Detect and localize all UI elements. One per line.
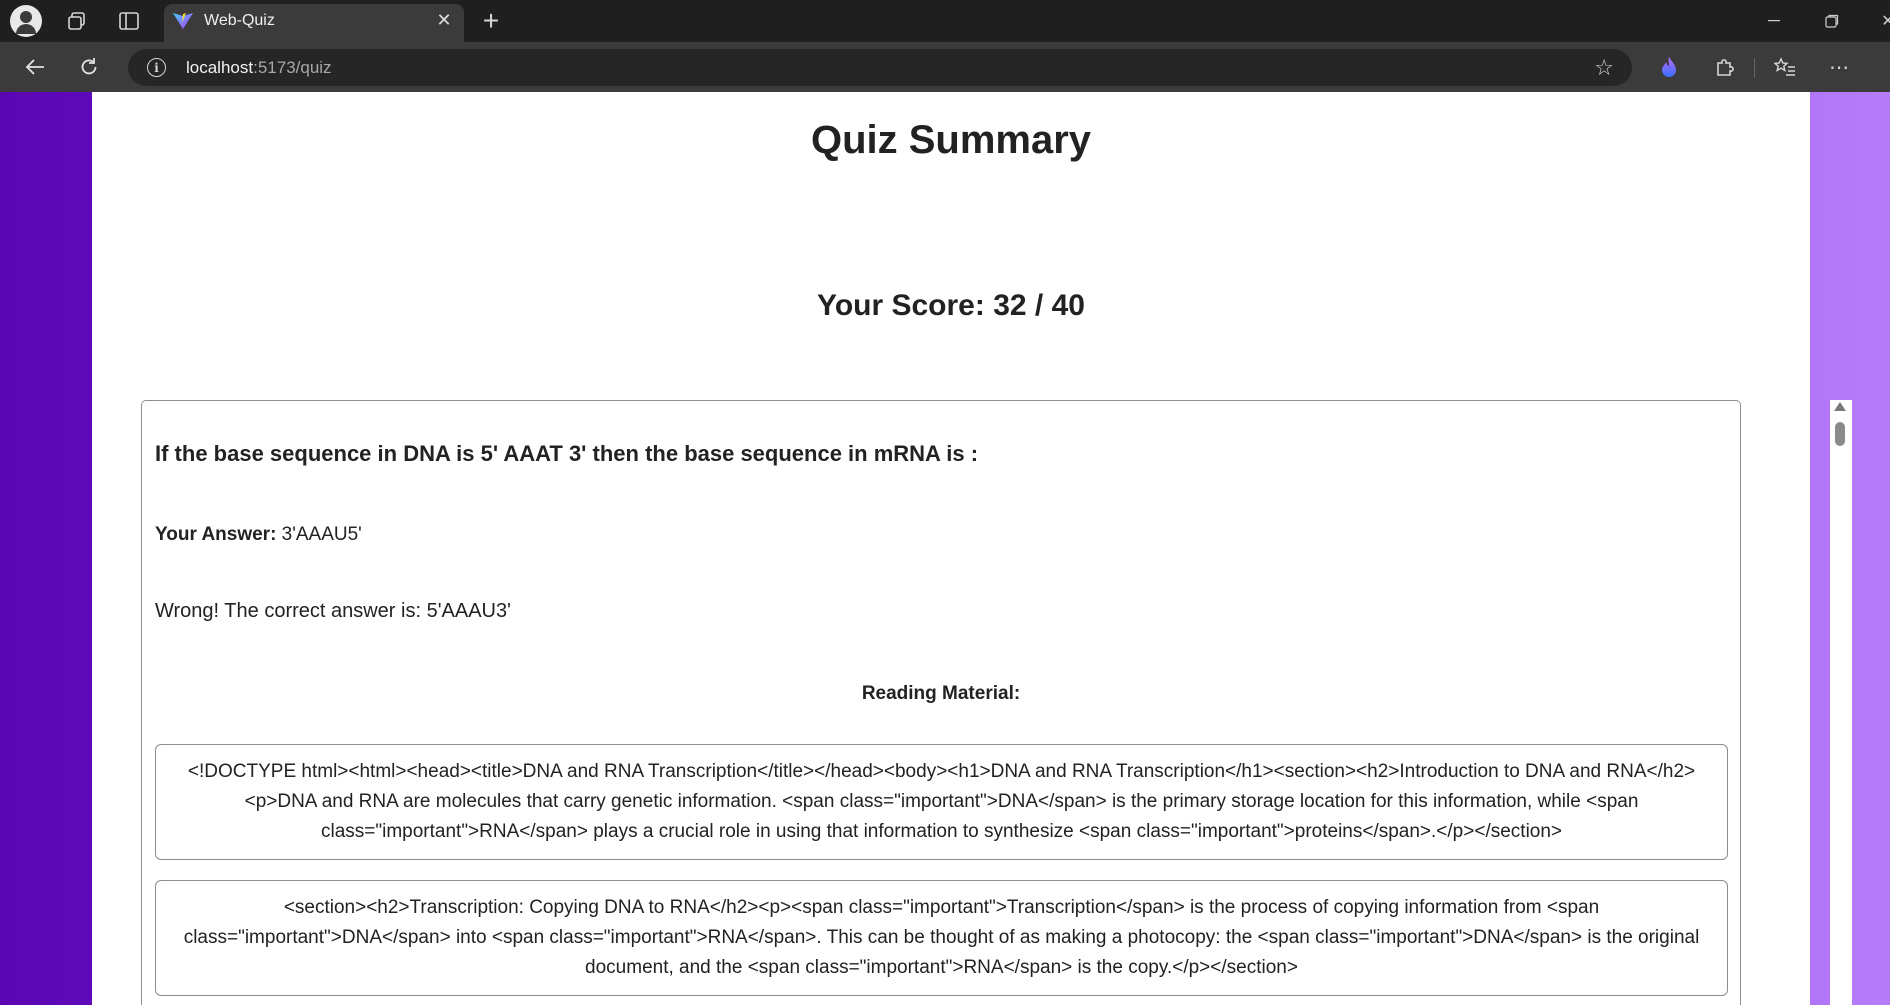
scroll-up-arrow-icon[interactable] — [1834, 402, 1846, 411]
score-text: Your Score: 32 / 40 — [817, 289, 1085, 322]
refresh-icon[interactable] — [74, 52, 104, 82]
new-tab-icon[interactable]: + — [476, 5, 506, 36]
vite-logo-icon — [172, 12, 194, 30]
window-close-icon[interactable]: ✕ — [1866, 6, 1890, 36]
more-icon[interactable]: ⋯ — [1824, 52, 1854, 82]
tab-title: Web-Quiz — [204, 12, 275, 29]
minimize-icon[interactable] — [1752, 6, 1796, 36]
results-scrollbar[interactable] — [1830, 400, 1852, 1005]
url-path: :5173/quiz — [253, 58, 332, 77]
url-host: localhost — [186, 58, 254, 77]
restore-icon[interactable] — [1810, 6, 1854, 36]
your-answer-label: Your Answer: — [155, 524, 277, 545]
reading-material-heading: Reading Material: — [861, 683, 1021, 704]
vertical-tabs-icon[interactable] — [114, 6, 144, 36]
extensions-puzzle-icon[interactable] — [1710, 52, 1740, 82]
quiz-summary-card: Quiz Summary Your Score: 32 / 40 If the … — [92, 92, 1852, 1005]
page-title: Quiz Summary — [810, 118, 1092, 162]
site-info-icon[interactable]: i — [147, 58, 166, 77]
favorites-icon[interactable] — [1770, 52, 1800, 82]
results-scroll-container[interactable]: If the base sequence in DNA is 5' AAAT 3… — [141, 400, 1741, 1005]
copilot-flame-icon[interactable] — [1654, 52, 1684, 82]
reading-material-block: <section><h2>Transcription: Copying DNA … — [155, 880, 1728, 996]
address-bar[interactable]: i localhost:5173/quiz ☆ — [128, 49, 1632, 86]
tab-close-icon[interactable]: ✕ — [432, 8, 456, 32]
profile-avatar-icon[interactable] — [10, 5, 42, 37]
favorite-star-icon[interactable]: ☆ — [1594, 55, 1614, 81]
back-icon[interactable] — [20, 52, 50, 82]
question-text: If the base sequence in DNA is 5' AAAT 3… — [155, 441, 979, 466]
url-text[interactable]: localhost:5173/quiz — [186, 58, 332, 78]
page-background: Quiz Summary Your Score: 32 / 40 If the … — [0, 92, 1890, 1005]
reading-material-block: <!DOCTYPE html><html><head><title>DNA an… — [155, 744, 1728, 860]
toolbar-separator — [1754, 58, 1755, 78]
your-answer-value: 3'AAAU5' — [276, 524, 362, 545]
tab-strip: Web-Quiz ✕ + ✕ — [0, 0, 1890, 42]
answer-feedback: Wrong! The correct answer is: 5'AAAU3' — [155, 600, 511, 622]
scrollbar-thumb[interactable] — [1835, 422, 1845, 446]
workspaces-icon[interactable] — [62, 6, 92, 36]
your-answer: Your Answer: 3'AAAU5' — [155, 524, 362, 546]
browser-toolbar: i localhost:5173/quiz ☆ ⋯ — [0, 42, 1890, 92]
